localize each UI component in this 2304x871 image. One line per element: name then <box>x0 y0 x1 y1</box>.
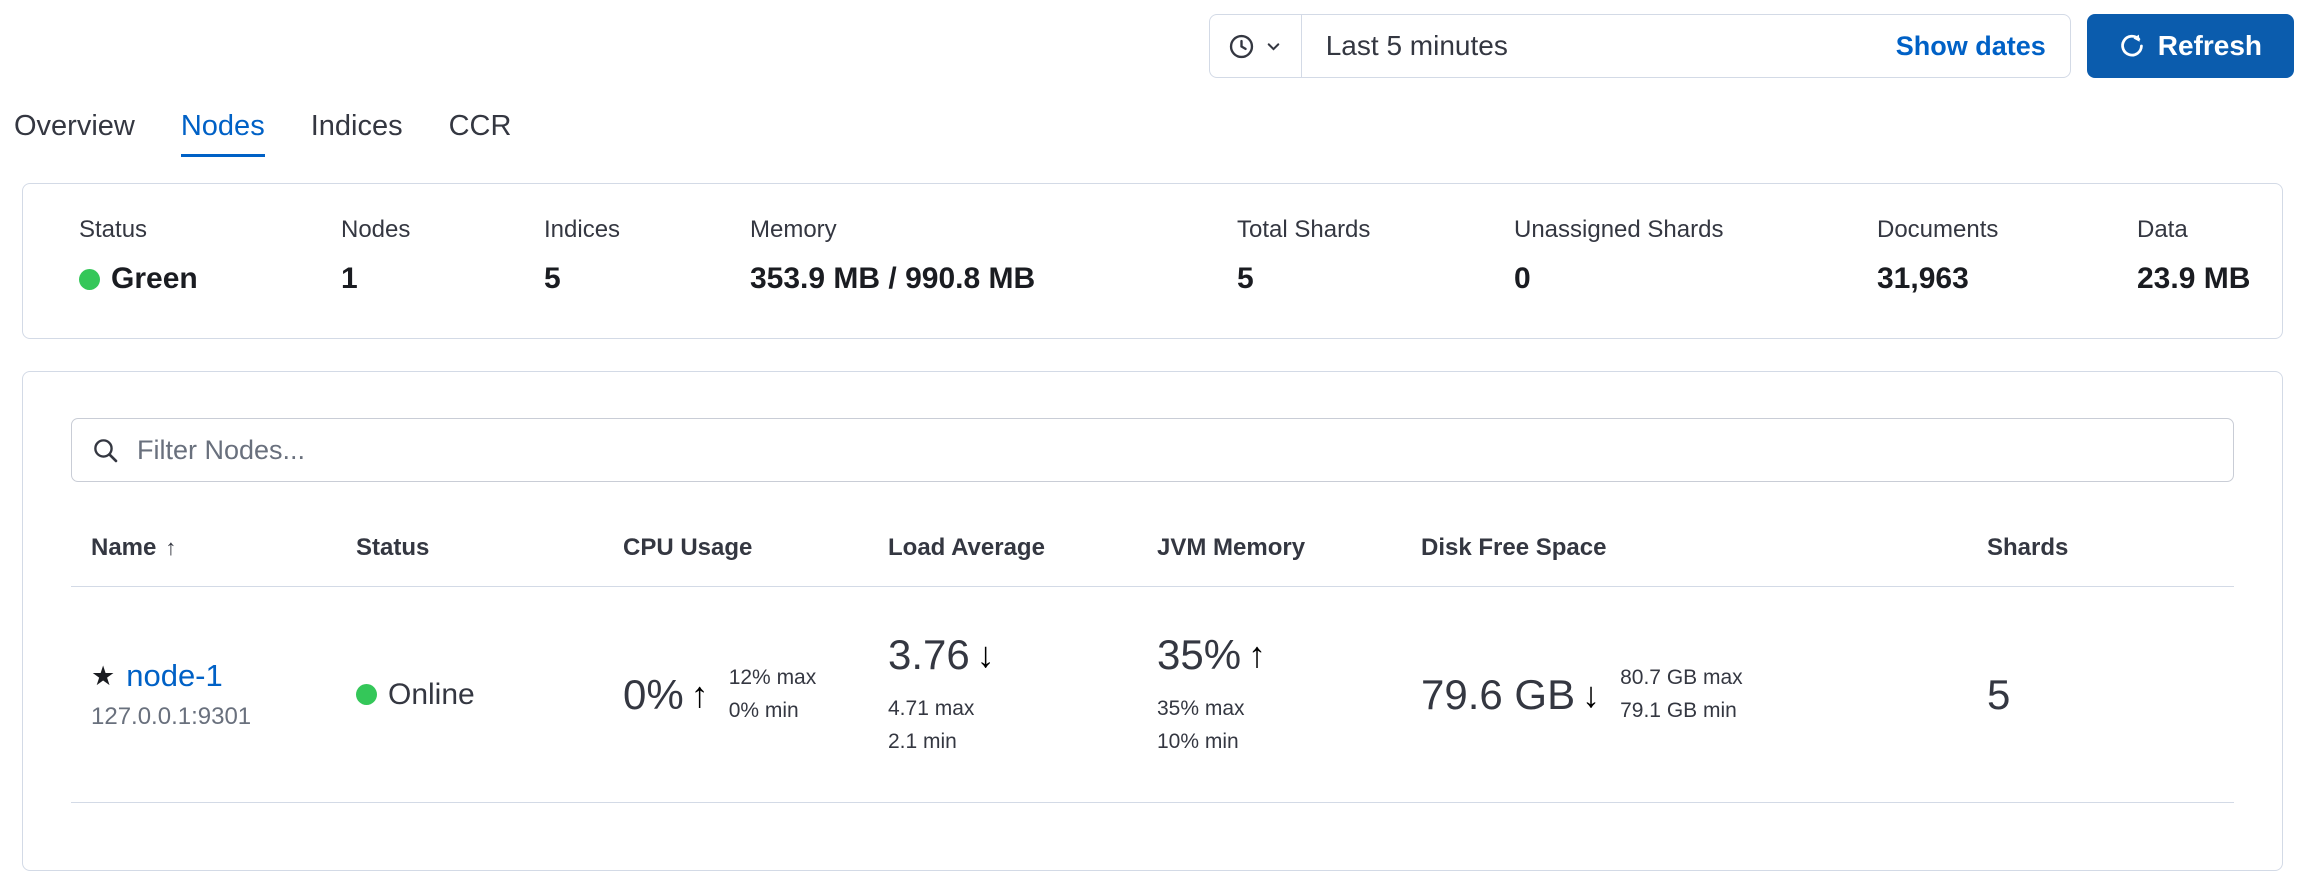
cpu-min: 0% min <box>729 695 817 728</box>
column-header-cpu-usage[interactable]: CPU Usage <box>623 534 888 562</box>
summary-total-shards-value: 5 <box>1237 262 1514 296</box>
summary-total-shards-label: Total Shards <box>1237 216 1514 244</box>
column-header-shards[interactable]: Shards <box>1987 534 2234 562</box>
nodes-panel: Name ↑ Status CPU Usage Load Average JVM… <box>22 371 2283 871</box>
summary-unassigned-shards-value: 0 <box>1514 262 1877 296</box>
summary-unassigned-shards: Unassigned Shards 0 <box>1514 216 1877 296</box>
cpu-value: 0% <box>623 671 684 719</box>
summary-nodes-label: Nodes <box>341 216 544 244</box>
cpu-minmax: 12% max 0% min <box>729 662 817 727</box>
summary-documents-value: 31,963 <box>1877 262 2137 296</box>
tab-bar: Overview Nodes Indices CCR <box>14 110 2304 157</box>
disk-min: 79.1 GB min <box>1620 695 1743 728</box>
summary-indices-label: Indices <box>544 216 750 244</box>
summary-status-value: Green <box>111 262 198 296</box>
disk-minmax: 80.7 GB max 79.1 GB min <box>1620 662 1743 727</box>
node-link[interactable]: node-1 <box>126 658 223 694</box>
column-header-name[interactable]: Name ↑ <box>91 534 356 562</box>
date-quick-select-button[interactable] <box>1210 15 1302 77</box>
load-trend-down-icon: ↓ <box>977 634 995 676</box>
refresh-label: Refresh <box>2158 30 2262 62</box>
cell-load-average: 3.76 ↓ 4.71 max 2.1 min <box>888 631 1157 758</box>
date-picker: Last 5 minutes Show dates <box>1209 14 2071 78</box>
disk-trend-down-icon: ↓ <box>1582 674 1600 716</box>
star-icon: ★ <box>91 661 115 692</box>
cell-name: ★ node-1 127.0.0.1:9301 <box>91 658 356 731</box>
summary-documents: Documents 31,963 <box>1877 216 2137 296</box>
table-row: ★ node-1 127.0.0.1:9301 Online 0% ↑ 12% … <box>71 587 2234 803</box>
summary-documents-label: Documents <box>1877 216 2137 244</box>
time-controls: Last 5 minutes Show dates Refresh <box>1209 14 2294 78</box>
refresh-button[interactable]: Refresh <box>2087 14 2294 78</box>
search-icon <box>92 437 119 464</box>
summary-total-shards: Total Shards 5 <box>1237 216 1514 296</box>
search-box <box>71 418 2234 482</box>
load-max: 4.71 max <box>888 693 1157 726</box>
cell-disk-free-space: 79.6 GB ↓ 80.7 GB max 79.1 GB min <box>1421 662 1987 727</box>
cpu-max: 12% max <box>729 662 817 695</box>
clock-icon <box>1228 33 1255 60</box>
cell-status: Online <box>356 678 623 712</box>
node-address: 127.0.0.1:9301 <box>91 703 356 731</box>
summary-memory: Memory 353.9 MB / 990.8 MB <box>750 216 1237 296</box>
summary-indices-value: 5 <box>544 262 750 296</box>
shards-value: 5 <box>1987 671 2010 718</box>
summary-unassigned-shards-label: Unassigned Shards <box>1514 216 1877 244</box>
tab-ccr[interactable]: CCR <box>449 110 512 157</box>
tab-indices[interactable]: Indices <box>311 110 403 157</box>
stack-monitoring-nodes-page: Last 5 minutes Show dates Refresh Overvi… <box>0 0 2304 871</box>
summary-data-label: Data <box>2137 216 2250 244</box>
jvm-trend-up-icon: ↑ <box>1248 634 1266 676</box>
filter-nodes-input[interactable] <box>135 434 2213 467</box>
summary-data: Data 23.9 MB <box>2137 216 2250 296</box>
cell-jvm-memory: 35% ↑ 35% max 10% min <box>1157 631 1421 758</box>
jvm-max: 35% max <box>1157 693 1421 726</box>
summary-status-label: Status <box>79 216 341 244</box>
jvm-minmax: 35% max 10% min <box>1157 693 1421 758</box>
time-range-button[interactable]: Last 5 minutes <box>1302 30 1872 62</box>
tab-nodes[interactable]: Nodes <box>181 110 265 157</box>
summary-memory-value: 353.9 MB / 990.8 MB <box>750 262 1237 296</box>
cell-cpu-usage: 0% ↑ 12% max 0% min <box>623 662 888 727</box>
refresh-icon <box>2119 33 2145 59</box>
summary-indices: Indices 5 <box>544 216 750 296</box>
tab-overview[interactable]: Overview <box>14 110 135 157</box>
load-min: 2.1 min <box>888 726 1157 759</box>
cell-shards: 5 <box>1987 671 2234 719</box>
summary-nodes: Nodes 1 <box>341 216 544 296</box>
summary-data-value: 23.9 MB <box>2137 262 2250 296</box>
column-header-jvm-memory[interactable]: JVM Memory <box>1157 534 1421 562</box>
show-dates-button[interactable]: Show dates <box>1872 31 2070 62</box>
cpu-trend-up-icon: ↑ <box>691 674 709 716</box>
column-header-status[interactable]: Status <box>356 534 623 562</box>
load-value: 3.76 <box>888 631 970 679</box>
column-header-load-average[interactable]: Load Average <box>888 534 1157 562</box>
status-green-dot <box>79 269 100 290</box>
summary-nodes-value: 1 <box>341 262 544 296</box>
chevron-down-icon <box>1264 37 1283 56</box>
cluster-summary-panel: Status Green Nodes 1 Indices 5 Memory 35… <box>22 183 2283 339</box>
disk-max: 80.7 GB max <box>1620 662 1743 695</box>
disk-value: 79.6 GB <box>1421 671 1575 719</box>
jvm-value: 35% <box>1157 631 1241 679</box>
summary-status: Status Green <box>79 216 341 296</box>
node-status-label: Online <box>388 678 475 712</box>
column-header-name-label: Name <box>91 534 156 562</box>
summary-memory-label: Memory <box>750 216 1237 244</box>
top-toolbar: Last 5 minutes Show dates Refresh <box>0 0 2304 96</box>
column-header-disk-free-space[interactable]: Disk Free Space <box>1421 534 1987 562</box>
online-green-dot <box>356 684 377 705</box>
table-header: Name ↑ Status CPU Usage Load Average JVM… <box>71 534 2234 587</box>
jvm-min: 10% min <box>1157 726 1421 759</box>
sort-ascending-icon: ↑ <box>165 535 176 561</box>
load-minmax: 4.71 max 2.1 min <box>888 693 1157 758</box>
